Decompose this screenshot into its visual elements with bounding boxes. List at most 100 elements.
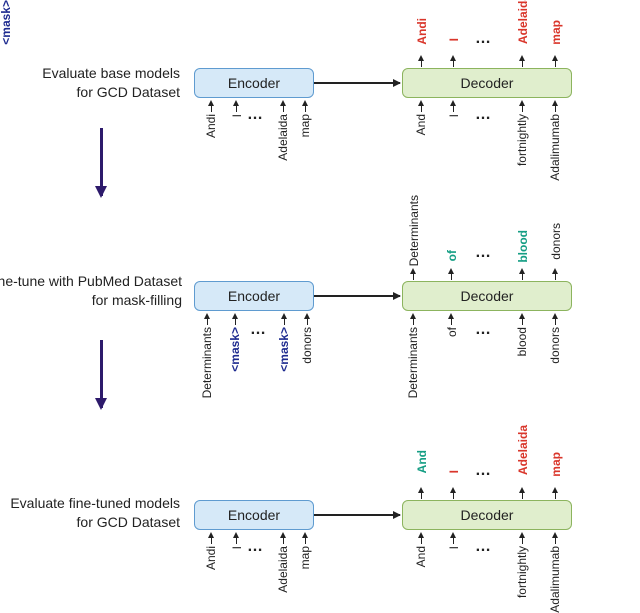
stage3-out-map: map [550, 452, 562, 477]
arrow-icon [552, 487, 558, 493]
stage1-decoder-box: Decoder [402, 68, 572, 98]
diagram-canvas: Evaluate base models for GCD Dataset And… [0, 0, 640, 608]
stage3-line2: for GCD Dataset [77, 514, 180, 530]
arrow-icon [418, 100, 424, 106]
stage2-einput-mask2: <mask> [278, 327, 290, 372]
arrow-icon [519, 268, 525, 274]
arrow-icon [314, 295, 400, 297]
arrow-icon [280, 100, 286, 106]
arrow-icon [450, 100, 456, 106]
stage2-out-donors: donors [550, 223, 562, 260]
stage1-dinput-i: I [448, 114, 460, 117]
arrow-icon [519, 313, 525, 319]
stage2-einput-determinants: Determinants [201, 327, 213, 398]
arrow-icon [448, 313, 454, 319]
stage2-einput-donors: donors [301, 327, 313, 364]
stage2-dinput-donors: donors [549, 327, 561, 364]
arrow-icon [519, 100, 525, 106]
stage3-dinput-i: I [448, 546, 460, 549]
stage2-out-blood: blood [517, 230, 529, 263]
arrow-icon [302, 532, 308, 538]
arrow-icon [552, 313, 558, 319]
stage1-einput-i: I [231, 114, 243, 117]
decoder-label: Decoder [461, 288, 514, 304]
stage2-einput-mask1: <mask> [0, 0, 12, 45]
arrow-icon [314, 82, 400, 84]
arrow-icon [450, 55, 456, 61]
stage1-dinput-adalimumab: Adalimumab [549, 114, 561, 181]
stage3-out-dots: … [475, 462, 491, 480]
flow-arrow-icon [100, 340, 103, 408]
stage3-out-adelaida: Adelaida [517, 425, 529, 475]
arrow-icon [552, 55, 558, 61]
arrow-icon [552, 100, 558, 106]
stage1-out-dots: … [475, 30, 491, 48]
arrow-icon [314, 514, 400, 516]
stage1-einput-map: map [299, 114, 311, 137]
stage1-out-andi: Andi [416, 18, 428, 45]
arrow-icon [410, 313, 416, 319]
stage2-line1: Fine-tune with PubMed Dataset [0, 273, 182, 289]
stage2-out-determinants: Determinants [408, 195, 420, 266]
stage3-einput-andi: Andi [205, 546, 217, 570]
stage2-label: Fine-tune with PubMed Dataset for mask-f… [0, 272, 182, 310]
stage3-dinput-adalimumab: Adalimumab [549, 546, 561, 613]
decoder-label: Decoder [461, 75, 514, 91]
arrow-icon [204, 313, 210, 319]
stage2-dinput-dots: … [475, 321, 491, 339]
arrow-icon [302, 100, 308, 106]
arrow-icon [304, 313, 310, 319]
arrow-icon [552, 268, 558, 274]
encoder-label: Encoder [228, 75, 280, 91]
encoder-label: Encoder [228, 507, 280, 523]
flow-arrow-icon [100, 128, 103, 196]
stage1-einput-andi: Andi [205, 114, 217, 138]
arrow-icon [232, 313, 238, 319]
stage3-einput-dots: … [247, 538, 263, 556]
arrow-icon [208, 100, 214, 106]
stage2-einput-dots: … [250, 321, 266, 339]
stage3-einput-map: map [299, 546, 311, 569]
stage1-line2: for GCD Dataset [77, 84, 180, 100]
stage1-out-map: map [550, 20, 562, 45]
stage3-out-and: And [416, 450, 428, 473]
stage1-dinput-fortnightly: fortnightly [516, 114, 528, 166]
stage3-einput-i: I [231, 546, 243, 549]
arrow-icon [280, 532, 286, 538]
stage1-out-i: I [448, 38, 460, 41]
stage2-encoder-box: Encoder [194, 281, 314, 311]
arrow-icon [410, 268, 416, 274]
arrow-icon [418, 487, 424, 493]
stage1-einput-dots: … [247, 106, 263, 124]
stage1-line1: Evaluate base models [42, 65, 180, 81]
stage1-dinput-dots: … [475, 106, 491, 124]
arrow-icon [281, 313, 287, 319]
arrow-icon [448, 268, 454, 274]
stage1-out-adelaida: Adelaida [517, 0, 529, 44]
stage3-dinput-fortnightly: fortnightly [516, 546, 528, 598]
decoder-label: Decoder [461, 507, 514, 523]
stage2-einput-mask1b: <mask> [229, 327, 241, 372]
stage1-label: Evaluate base models for GCD Dataset [10, 64, 180, 102]
stage2-line2: for mask-filling [92, 292, 182, 308]
arrow-icon [519, 55, 525, 61]
stage3-out-i: I [448, 470, 460, 473]
stage1-encoder-box: Encoder [194, 68, 314, 98]
stage3-dinput-dots: … [475, 538, 491, 556]
stage3-encoder-box: Encoder [194, 500, 314, 530]
stage2-dinput-of: of [446, 327, 458, 337]
stage2-out-dots: … [475, 244, 491, 262]
arrow-icon [233, 100, 239, 106]
arrow-icon [418, 55, 424, 61]
arrow-icon [418, 532, 424, 538]
arrow-icon [552, 532, 558, 538]
stage2-decoder-box: Decoder [402, 281, 572, 311]
stage3-dinput-and: And [415, 546, 427, 567]
arrow-icon [519, 532, 525, 538]
arrow-icon [208, 532, 214, 538]
stage2-dinput-blood: blood [516, 327, 528, 356]
stage1-einput-adelaida: Adelaida [277, 114, 289, 161]
stage3-decoder-box: Decoder [402, 500, 572, 530]
stage2-out-of: of [446, 250, 458, 261]
arrow-icon [450, 532, 456, 538]
